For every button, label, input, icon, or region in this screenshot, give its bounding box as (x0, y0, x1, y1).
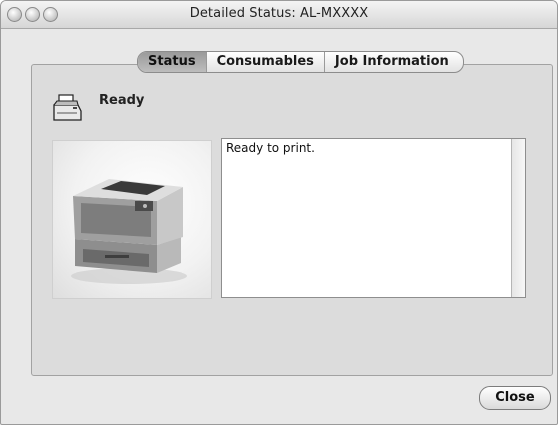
tab-status[interactable]: Status (138, 52, 207, 72)
status-label: Ready (99, 93, 145, 108)
laser-printer-image (52, 140, 212, 299)
detailed-status-window: Detailed Status: AL-MXXXX Status Consuma… (0, 0, 558, 425)
close-button[interactable]: Close (479, 386, 551, 410)
window-title: Detailed Status: AL-MXXXX (189, 6, 369, 21)
tab-bar: Status Consumables Job Information (137, 51, 464, 73)
status-message-box: Ready to print. (221, 138, 526, 298)
title-bar[interactable]: Detailed Status: AL-MXXXX (1, 1, 557, 29)
printer-icon (53, 94, 82, 121)
message-scrollbar[interactable] (511, 139, 525, 297)
status-message-text: Ready to print. (226, 141, 315, 155)
tab-consumables[interactable]: Consumables (207, 52, 325, 72)
tab-job-information[interactable]: Job Information (325, 52, 463, 72)
printer-illustration (71, 179, 187, 284)
